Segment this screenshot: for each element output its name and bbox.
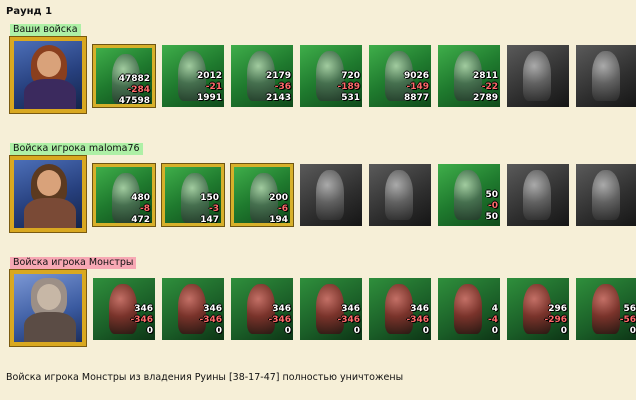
unit-count: 480	[131, 193, 150, 203]
unit-remaining: 194	[269, 215, 288, 225]
unit-remaining: 0	[560, 326, 567, 336]
golem-unit-icon[interactable]: 346 -346 0	[162, 278, 224, 340]
dwarf-unit-icon[interactable]: 47882 -284 47598	[92, 44, 156, 108]
unit-count: 50	[485, 190, 498, 200]
unit-count: 9026	[403, 71, 429, 81]
unit-remaining: 0	[215, 326, 222, 336]
halberdier-unit-icon[interactable]: 2179 -36 2143	[231, 45, 293, 107]
unit-count: 56	[623, 304, 636, 314]
unit-remaining: 0	[422, 326, 429, 336]
unit-loss: -22	[481, 82, 498, 92]
army-own: Ваши войска 47882 -284 47598 2012 -21 19…	[9, 24, 636, 114]
battle-result-text: Войска игрока Монстры из владения Руины …	[6, 372, 404, 383]
army-label: Ваши войска	[10, 24, 81, 36]
unit-loss: -346	[130, 315, 153, 325]
halberdier-unit-icon[interactable]: 200 -6 194	[230, 163, 294, 227]
army-monsters: Войска игрока Монстры 346 -346 0 346 -34…	[9, 257, 636, 347]
unit-remaining: 147	[200, 215, 219, 225]
unit-remaining: 0	[353, 326, 360, 336]
unit-remaining: 2789	[472, 93, 498, 103]
unit-loss: -21	[205, 82, 222, 92]
army-ally: Войска игрока maloma76 480 -8 472 150 -3…	[9, 143, 636, 233]
unit-loss: -4	[488, 315, 498, 325]
unit-loss: -346	[268, 315, 291, 325]
druid-unit-icon[interactable]: 50 -0 50	[438, 164, 500, 226]
unit-loss: -346	[406, 315, 429, 325]
unit-count: 346	[203, 304, 222, 314]
army-label: Войска игрока Монстры	[10, 257, 137, 269]
unit-count: 150	[200, 193, 219, 203]
unit-count: 346	[341, 304, 360, 314]
ghost-unit-icon[interactable]	[507, 164, 569, 226]
spirit-unit-icon[interactable]	[576, 164, 636, 226]
spirit-unit-icon[interactable]	[576, 45, 636, 107]
demon-unit-icon[interactable]: 346 -346 0	[300, 278, 362, 340]
unit-count: 4	[491, 304, 498, 314]
hero-portrait-icon[interactable]	[9, 155, 87, 233]
unit-loss: -189	[337, 82, 360, 92]
unit-remaining: 0	[146, 326, 153, 336]
unit-count: 346	[272, 304, 291, 314]
unit-count: 2179	[265, 71, 291, 81]
dwarf-unit-icon[interactable]: 480 -8 472	[92, 163, 156, 227]
unit-count: 720	[341, 71, 360, 81]
archer-unit-icon[interactable]: 9026 -149 8877	[369, 45, 431, 107]
army-row: 47882 -284 47598 2012 -21 1991 2179 -36 …	[9, 36, 636, 114]
swordsman-unit-icon[interactable]: 150 -3 147	[161, 163, 225, 227]
griffin-unit-icon[interactable]: 720 -189 531	[300, 45, 362, 107]
unit-loss: -149	[406, 82, 429, 92]
unit-count: 2811	[472, 71, 498, 81]
army-label: Войска игрока maloma76	[10, 143, 143, 155]
griffin-unit-icon[interactable]	[300, 164, 362, 226]
unit-count: 296	[548, 304, 567, 314]
unit-loss: -346	[337, 315, 360, 325]
unit-loss: -284	[127, 85, 150, 95]
army-row: 480 -8 472 150 -3 147 200 -6 194 50 -0 5…	[9, 155, 636, 233]
unit-remaining: 531	[341, 93, 360, 103]
unit-loss: -6	[278, 204, 288, 214]
serpent-unit-icon[interactable]: 56 -56 0	[576, 278, 636, 340]
round-title: Раунд 1	[6, 6, 53, 17]
army-row: 346 -346 0 346 -346 0 346 -346 0 346 -34…	[9, 269, 636, 347]
unit-count: 346	[134, 304, 153, 314]
unit-remaining: 0	[491, 326, 498, 336]
unit-loss: -56	[619, 315, 636, 325]
spider-unit-icon[interactable]: 346 -346 0	[369, 278, 431, 340]
unit-remaining: 0	[629, 326, 636, 336]
unit-loss: -8	[140, 204, 150, 214]
unit-loss: -36	[274, 82, 291, 92]
goblin-unit-icon[interactable]: 346 -346 0	[231, 278, 293, 340]
ghost-unit-icon[interactable]	[507, 45, 569, 107]
unit-count: 346	[410, 304, 429, 314]
unit-count: 2012	[196, 71, 222, 81]
hero-portrait-icon[interactable]	[9, 269, 87, 347]
reptile-unit-icon[interactable]: 346 -346 0	[93, 278, 155, 340]
swordsman-unit-icon[interactable]: 2012 -21 1991	[162, 45, 224, 107]
unit-remaining: 1991	[196, 93, 222, 103]
obelisk-unit-icon[interactable]: 296 -296 0	[507, 278, 569, 340]
unit-loss: -0	[488, 201, 498, 211]
unit-remaining: 0	[284, 326, 291, 336]
hero-portrait-icon[interactable]	[9, 36, 87, 114]
druid-unit-icon[interactable]: 2811 -22 2789	[438, 45, 500, 107]
unit-remaining: 50	[485, 212, 498, 222]
archer-unit-icon[interactable]	[369, 164, 431, 226]
unit-count: 47882	[118, 74, 150, 84]
unit-count: 200	[269, 193, 288, 203]
unit-remaining: 472	[131, 215, 150, 225]
unit-loss: -346	[199, 315, 222, 325]
unit-loss: -296	[544, 315, 567, 325]
unit-remaining: 2143	[265, 93, 291, 103]
unit-loss: -3	[209, 204, 219, 214]
unit-remaining: 47598	[118, 96, 150, 106]
unit-remaining: 8877	[403, 93, 429, 103]
imp-unit-icon[interactable]: 4 -4 0	[438, 278, 500, 340]
